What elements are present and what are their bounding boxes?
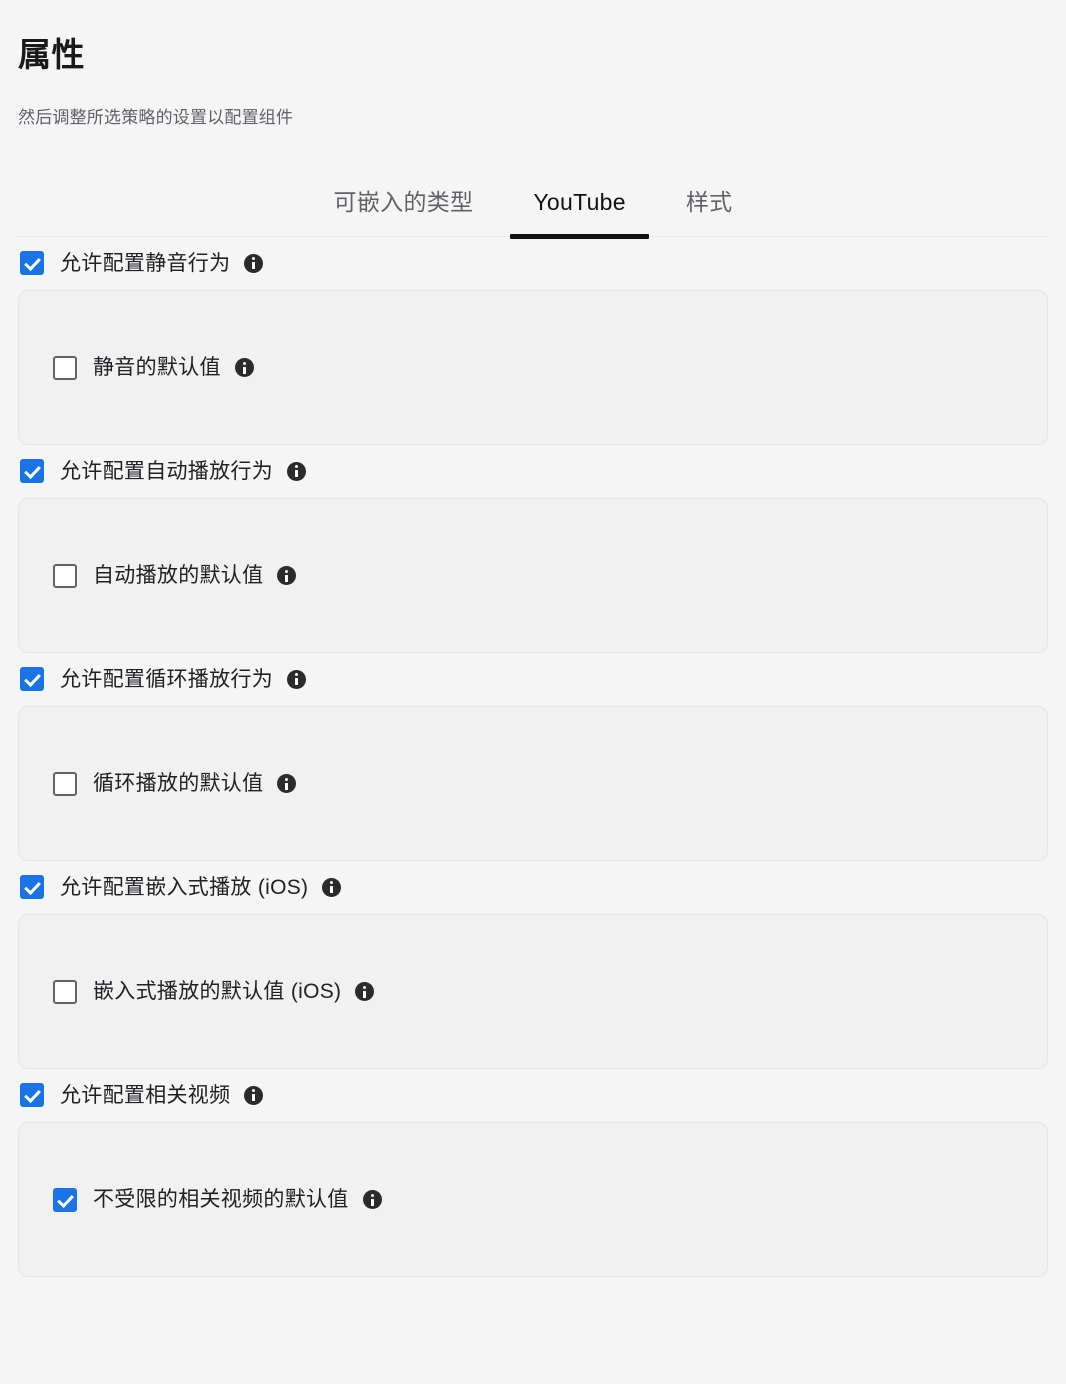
allow-configure-inline-playback-checkbox[interactable]: [20, 875, 44, 899]
allow-configure-related-videos-label: 允许配置相关视频: [60, 1085, 230, 1106]
info-icon[interactable]: [244, 254, 263, 273]
settings-groups: 允许配置静音行为 静音的默认值 允许配置自动播放行为: [18, 237, 1048, 1277]
allow-configure-loop-row[interactable]: 允许配置循环播放行为: [18, 653, 1048, 705]
loop-default-label: 循环播放的默认值: [93, 773, 263, 794]
autoplay-default-row[interactable]: 自动播放的默认值: [19, 564, 296, 588]
related-videos-default-row[interactable]: 不受限的相关视频的默认值: [19, 1188, 382, 1212]
page-subtitle: 然后调整所选策略的设置以配置组件: [18, 71, 1048, 129]
tab-label: 可嵌入的类型: [334, 189, 474, 215]
loop-default-panel: 循环播放的默认值: [18, 706, 1048, 861]
info-icon[interactable]: [355, 982, 374, 1001]
allow-configure-autoplay-checkbox[interactable]: [20, 459, 44, 483]
allow-configure-inline-playback-row[interactable]: 允许配置嵌入式播放 (iOS): [18, 861, 1048, 913]
mute-default-row[interactable]: 静音的默认值: [19, 356, 254, 380]
allow-configure-loop-checkbox[interactable]: [20, 667, 44, 691]
setting-group-related-videos: 允许配置相关视频 不受限的相关视频的默认值: [18, 1069, 1048, 1277]
allow-configure-inline-playback-label: 允许配置嵌入式播放 (iOS): [60, 877, 308, 898]
properties-page: 属性 然后调整所选策略的设置以配置组件 可嵌入的类型 YouTube 样式 允许…: [0, 0, 1066, 1384]
info-icon[interactable]: [235, 358, 254, 377]
allow-configure-autoplay-label: 允许配置自动播放行为: [60, 461, 273, 482]
info-icon[interactable]: [287, 670, 306, 689]
related-videos-default-label: 不受限的相关视频的默认值: [93, 1189, 349, 1210]
related-videos-default-checkbox[interactable]: [53, 1188, 77, 1212]
setting-group-mute: 允许配置静音行为 静音的默认值: [18, 237, 1048, 445]
setting-group-autoplay: 允许配置自动播放行为 自动播放的默认值: [18, 445, 1048, 653]
loop-default-checkbox[interactable]: [53, 772, 77, 796]
mute-default-checkbox[interactable]: [53, 356, 77, 380]
mute-default-label: 静音的默认值: [93, 357, 221, 378]
related-videos-default-panel: 不受限的相关视频的默认值: [18, 1122, 1048, 1277]
autoplay-default-checkbox[interactable]: [53, 564, 77, 588]
page-title: 属性: [18, 0, 1048, 71]
tab-youtube[interactable]: YouTube: [503, 191, 655, 236]
info-icon[interactable]: [322, 878, 341, 897]
setting-group-inline-playback-ios: 允许配置嵌入式播放 (iOS) 嵌入式播放的默认值 (iOS): [18, 861, 1048, 1069]
info-icon[interactable]: [363, 1190, 382, 1209]
setting-group-loop: 允许配置循环播放行为 循环播放的默认值: [18, 653, 1048, 861]
inline-playback-default-checkbox[interactable]: [53, 980, 77, 1004]
inline-playback-default-row[interactable]: 嵌入式播放的默认值 (iOS): [19, 980, 374, 1004]
inline-playback-default-panel: 嵌入式播放的默认值 (iOS): [18, 914, 1048, 1069]
allow-configure-related-videos-checkbox[interactable]: [20, 1083, 44, 1107]
tab-label: 样式: [686, 189, 733, 215]
info-icon[interactable]: [277, 566, 296, 585]
allow-configure-mute-label: 允许配置静音行为: [60, 253, 230, 274]
allow-configure-mute-checkbox[interactable]: [20, 251, 44, 275]
inline-playback-default-label: 嵌入式播放的默认值 (iOS): [93, 981, 341, 1002]
mute-default-panel: 静音的默认值: [18, 290, 1048, 445]
tab-bar: 可嵌入的类型 YouTube 样式: [18, 169, 1048, 237]
loop-default-row[interactable]: 循环播放的默认值: [19, 772, 296, 796]
tab-embeddable-types[interactable]: 可嵌入的类型: [304, 191, 504, 236]
allow-configure-loop-label: 允许配置循环播放行为: [60, 669, 273, 690]
allow-configure-related-videos-row[interactable]: 允许配置相关视频: [18, 1069, 1048, 1121]
allow-configure-mute-row[interactable]: 允许配置静音行为: [18, 237, 1048, 289]
info-icon[interactable]: [244, 1086, 263, 1105]
tab-label: YouTube: [533, 189, 625, 215]
info-icon[interactable]: [287, 462, 306, 481]
info-icon[interactable]: [277, 774, 296, 793]
tab-style[interactable]: 样式: [656, 191, 763, 236]
autoplay-default-label: 自动播放的默认值: [93, 565, 263, 586]
allow-configure-autoplay-row[interactable]: 允许配置自动播放行为: [18, 445, 1048, 497]
autoplay-default-panel: 自动播放的默认值: [18, 498, 1048, 653]
